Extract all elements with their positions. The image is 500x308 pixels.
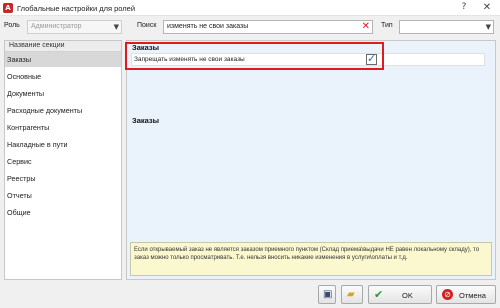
sidebar-item-orders[interactable]: Заказы — [5, 52, 121, 67]
checkmark-icon: ✓ — [367, 52, 377, 65]
ok-label: OK — [402, 291, 413, 300]
setting-label: Запрещать изменять не свои заказы — [134, 56, 245, 63]
floppy-disk-icon: ▣ — [323, 289, 333, 300]
close-window-button[interactable]: ✕ — [476, 0, 498, 16]
cancel-label: Отмена — [459, 291, 486, 300]
sidebar-item-registers[interactable]: Реестры — [5, 171, 121, 186]
section-list-header: Название секции — [5, 41, 121, 52]
section-list: Название секции Заказы Основные Документ… — [4, 40, 122, 280]
filter-toolbar: Роль Администратор ▼ Поиск изменять не с… — [0, 17, 500, 37]
save-button[interactable]: ▣ — [318, 285, 336, 304]
clear-search-icon[interactable]: ✕ — [362, 20, 370, 34]
search-value: изменять не свои заказы — [167, 23, 249, 30]
cancel-button[interactable]: ⊘ Отмена — [436, 285, 496, 304]
sidebar-item-contractors[interactable]: Контрагенты — [5, 120, 121, 135]
setting-checkbox[interactable]: ✓ — [366, 52, 377, 65]
sidebar-item-service[interactable]: Сервис — [5, 154, 121, 169]
settings-group-title: Заказы — [132, 43, 160, 52]
role-label: Роль — [4, 22, 20, 29]
role-value: Администратор — [31, 23, 82, 30]
chevron-down-icon: ▼ — [485, 23, 491, 31]
sidebar-item-reports[interactable]: Отчеты — [5, 188, 121, 203]
sidebar-item-expense-documents[interactable]: Расходные документы — [5, 103, 121, 118]
folder-icon: ▰ — [347, 289, 355, 300]
description-text: Если открываемый заказ не является заказ… — [134, 247, 480, 261]
open-folder-button[interactable]: ▰ — [341, 285, 363, 304]
title-bar: A Глобальные настройки для ролей ? ✕ — [0, 0, 500, 16]
chevron-down-icon: ▼ — [113, 23, 119, 31]
cancel-icon: ⊘ — [442, 289, 453, 300]
app-logo-icon: A — [3, 3, 13, 13]
window-title: Глобальные настройки для ролей — [17, 4, 136, 13]
description-box: Если открываемый заказ не является заказ… — [130, 242, 492, 276]
role-select[interactable]: Администратор ▼ — [27, 20, 122, 34]
settings-panel: Заказы Запрещать изменять не свои заказы… — [126, 40, 496, 280]
search-input[interactable]: изменять не свои заказы ✕ — [163, 20, 373, 34]
sidebar-item-waybills-in-transit[interactable]: Накладные в пути — [5, 137, 121, 152]
dialog-buttons: ▣ ▰ ✔ OK ⊘ Отмена — [0, 283, 500, 308]
help-button[interactable]: ? — [453, 0, 475, 16]
check-icon: ✔ — [374, 288, 384, 301]
setting-row: Запрещать изменять не свои заказы ✓ — [131, 52, 485, 66]
sidebar-item-general[interactable]: Общие — [5, 205, 121, 220]
sidebar-item-documents[interactable]: Документы — [5, 86, 121, 101]
type-label: Тип — [381, 22, 393, 29]
description-title: Заказы — [132, 116, 160, 125]
search-label: Поиск — [137, 22, 157, 29]
sidebar-item-main[interactable]: Основные — [5, 69, 121, 84]
type-select[interactable]: ▼ — [399, 20, 494, 34]
ok-button[interactable]: ✔ OK — [368, 285, 432, 304]
